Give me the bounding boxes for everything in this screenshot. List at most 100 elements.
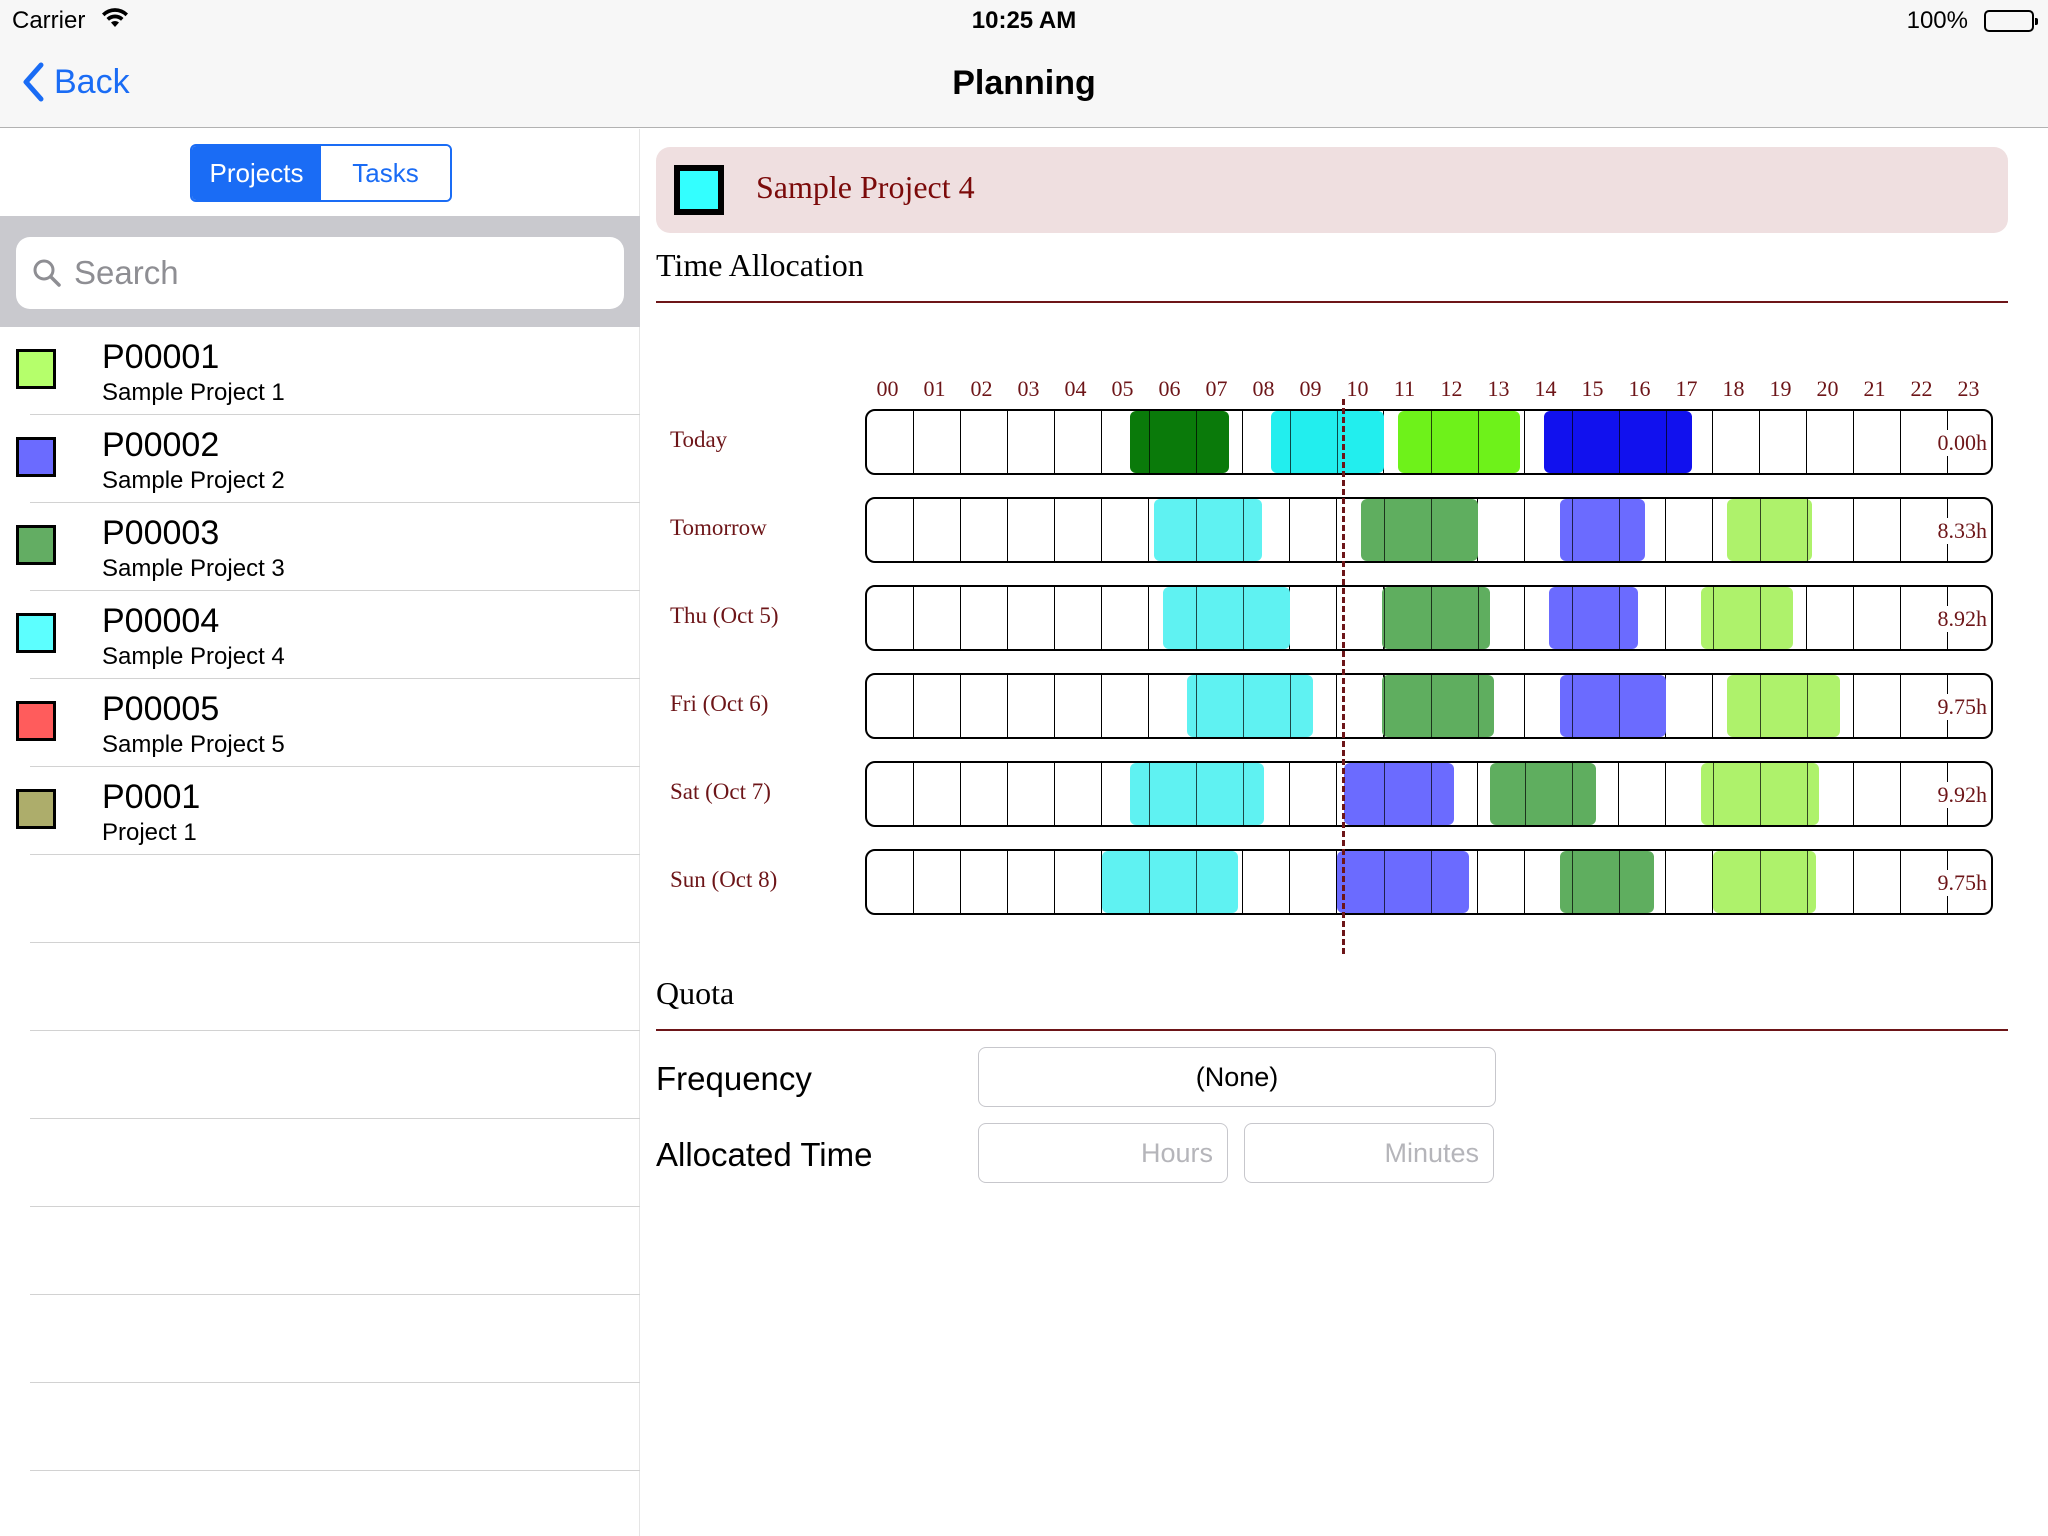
hour-slot[interactable] — [1290, 763, 1337, 825]
allocation-block[interactable] — [1489, 763, 1596, 825]
hour-slot[interactable] — [961, 851, 1008, 913]
hour-slot[interactable] — [867, 851, 914, 913]
hour-slot[interactable] — [961, 763, 1008, 825]
allocation-block[interactable] — [1130, 411, 1229, 473]
hour-slot[interactable] — [1290, 851, 1337, 913]
hour-slot[interactable] — [1619, 763, 1666, 825]
hour-slot[interactable] — [961, 499, 1008, 561]
hour-slot[interactable] — [1807, 587, 1854, 649]
hour-slot[interactable] — [914, 499, 961, 561]
hour-slot[interactable] — [1760, 411, 1807, 473]
allocation-block[interactable] — [1360, 499, 1478, 561]
hour-slot[interactable] — [867, 499, 914, 561]
allocation-block[interactable] — [1701, 763, 1819, 825]
allocation-block[interactable] — [1543, 411, 1692, 473]
hour-slot[interactable] — [914, 675, 961, 737]
segment-projects[interactable]: Projects — [192, 146, 321, 200]
hour-slot[interactable] — [1807, 411, 1854, 473]
hour-slot[interactable] — [1290, 587, 1337, 649]
day-timeline[interactable]: 0.00h — [865, 409, 1993, 475]
hour-slot[interactable] — [1290, 499, 1337, 561]
hour-slot[interactable] — [1055, 499, 1102, 561]
hour-slot[interactable] — [1807, 499, 1854, 561]
hour-slot[interactable] — [1055, 675, 1102, 737]
hour-slot[interactable] — [867, 587, 914, 649]
hour-slot[interactable] — [867, 763, 914, 825]
allocation-block[interactable] — [1713, 851, 1817, 913]
hour-slot[interactable] — [1854, 763, 1901, 825]
hour-slot[interactable] — [914, 763, 961, 825]
project-list-item[interactable]: P0001 Project 1 — [0, 767, 640, 855]
day-timeline[interactable]: 9.75h — [865, 673, 1993, 739]
hour-slot[interactable] — [1008, 411, 1055, 473]
allocation-block[interactable] — [1727, 499, 1812, 561]
hour-slot[interactable] — [961, 411, 1008, 473]
hour-slot[interactable] — [1666, 675, 1713, 737]
hour-slot[interactable] — [914, 411, 961, 473]
hour-slot[interactable] — [1055, 587, 1102, 649]
hour-slot[interactable] — [1008, 763, 1055, 825]
hour-slot[interactable] — [1055, 851, 1102, 913]
day-timeline[interactable]: 8.92h — [865, 585, 1993, 651]
allocation-block[interactable] — [1102, 851, 1239, 913]
project-list-item[interactable]: P00001 Sample Project 1 — [0, 327, 640, 415]
day-timeline[interactable]: 8.33h — [865, 497, 1993, 563]
empty-list-row — [0, 1119, 640, 1207]
frequency-selector[interactable]: (None) — [978, 1047, 1496, 1107]
hour-slot[interactable] — [1102, 675, 1149, 737]
project-color-swatch[interactable] — [674, 165, 724, 215]
hour-slot[interactable] — [867, 411, 914, 473]
allocation-block[interactable] — [1186, 675, 1314, 737]
project-list-item[interactable]: P00003 Sample Project 3 — [0, 503, 640, 591]
hour-slot[interactable] — [1713, 411, 1760, 473]
allocation-block[interactable] — [1548, 587, 1638, 649]
hour-slot[interactable] — [1666, 851, 1713, 913]
hour-slot[interactable] — [961, 587, 1008, 649]
allocation-block[interactable] — [1381, 675, 1495, 737]
hour-slot[interactable] — [1055, 763, 1102, 825]
hour-slot[interactable] — [1478, 499, 1525, 561]
hour-slot[interactable] — [961, 675, 1008, 737]
day-timeline[interactable]: 9.92h — [865, 761, 1993, 827]
hour-slot[interactable] — [1008, 587, 1055, 649]
hour-slot[interactable] — [1854, 587, 1901, 649]
hour-slot[interactable] — [1243, 851, 1290, 913]
allocation-block[interactable] — [1381, 587, 1490, 649]
allocation-block[interactable] — [1163, 587, 1290, 649]
project-list-item[interactable]: P00002 Sample Project 2 — [0, 415, 640, 503]
hour-slot[interactable] — [1854, 851, 1901, 913]
search-input[interactable] — [74, 254, 594, 292]
allocation-block[interactable] — [1344, 763, 1455, 825]
hour-slot[interactable] — [1478, 851, 1525, 913]
project-list-item[interactable]: P00005 Sample Project 5 — [0, 679, 640, 767]
project-list-item[interactable]: P00004 Sample Project 4 — [0, 591, 640, 679]
allocation-block[interactable] — [1153, 499, 1262, 561]
allocation-block[interactable] — [1130, 763, 1265, 825]
allocation-block[interactable] — [1337, 851, 1469, 913]
hour-slot[interactable] — [1008, 499, 1055, 561]
hour-slot[interactable] — [1854, 675, 1901, 737]
hours-input[interactable] — [978, 1123, 1228, 1183]
allocation-block[interactable] — [1398, 411, 1521, 473]
hour-slot[interactable] — [1055, 411, 1102, 473]
hour-slot[interactable] — [1008, 675, 1055, 737]
allocation-block[interactable] — [1560, 851, 1655, 913]
hour-slot[interactable] — [914, 587, 961, 649]
day-timeline[interactable]: 9.75h — [865, 849, 1993, 915]
hour-slot[interactable] — [1854, 499, 1901, 561]
empty-list-row — [0, 1383, 640, 1471]
allocation-block[interactable] — [1727, 675, 1840, 737]
hour-slot[interactable] — [1102, 499, 1149, 561]
hour-slot[interactable] — [1102, 587, 1149, 649]
allocation-block[interactable] — [1701, 587, 1793, 649]
segment-tasks[interactable]: Tasks — [321, 146, 450, 200]
hour-slot[interactable] — [1854, 411, 1901, 473]
hour-slot[interactable] — [867, 675, 914, 737]
allocation-block[interactable] — [1271, 411, 1384, 473]
hour-slot[interactable] — [914, 851, 961, 913]
allocation-block[interactable] — [1560, 675, 1666, 737]
allocation-block[interactable] — [1560, 499, 1645, 561]
minutes-input[interactable] — [1244, 1123, 1494, 1183]
hour-slot[interactable] — [1666, 499, 1713, 561]
hour-slot[interactable] — [1008, 851, 1055, 913]
